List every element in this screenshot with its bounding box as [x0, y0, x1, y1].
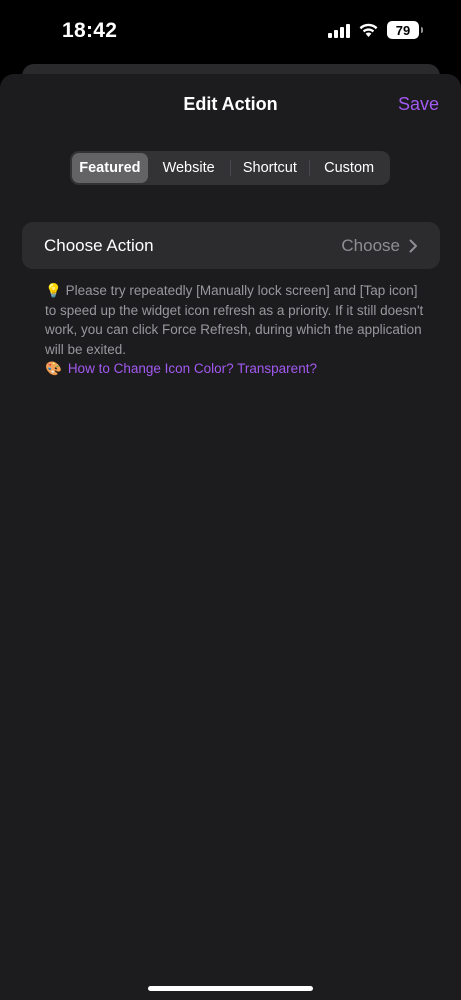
cellular-signal-icon [328, 22, 350, 38]
segment-featured[interactable]: Featured [72, 153, 148, 183]
choose-action-label: Choose Action [44, 236, 154, 255]
lightbulb-icon: 💡 [45, 283, 62, 298]
segment-shortcut[interactable]: Shortcut [231, 153, 310, 183]
wifi-icon [359, 23, 378, 37]
icon-color-help-link[interactable]: 🎨 How to Change Icon Color? Transparent? [45, 359, 317, 379]
status-icons: 79 [328, 21, 423, 39]
edit-action-sheet: Edit Action Save Featured Website Shortc… [0, 74, 461, 1000]
refresh-tip: 💡 Please try repeatedly [Manually lock s… [45, 281, 425, 359]
choose-action-row[interactable]: Choose Action Choose [22, 222, 440, 269]
status-bar: 18:42 79 [0, 0, 461, 64]
save-button[interactable]: Save [398, 94, 439, 115]
status-time: 18:42 [62, 19, 118, 42]
page-title: Edit Action [183, 94, 278, 114]
segment-website[interactable]: Website [148, 153, 230, 183]
choose-action-value: Choose [341, 236, 400, 255]
refresh-tip-text: Please try repeatedly [Manually lock scr… [45, 283, 424, 357]
chevron-right-icon [409, 239, 417, 253]
icon-color-help-text: How to Change Icon Color? Transparent? [67, 361, 317, 376]
palette-icon: 🎨 [45, 361, 62, 376]
home-indicator[interactable] [148, 986, 313, 991]
battery-level: 79 [395, 22, 411, 38]
segment-custom[interactable]: Custom [310, 153, 388, 183]
battery-icon: 79 [387, 21, 423, 39]
action-type-segmented-control: Featured Website Shortcut Custom [70, 151, 390, 185]
